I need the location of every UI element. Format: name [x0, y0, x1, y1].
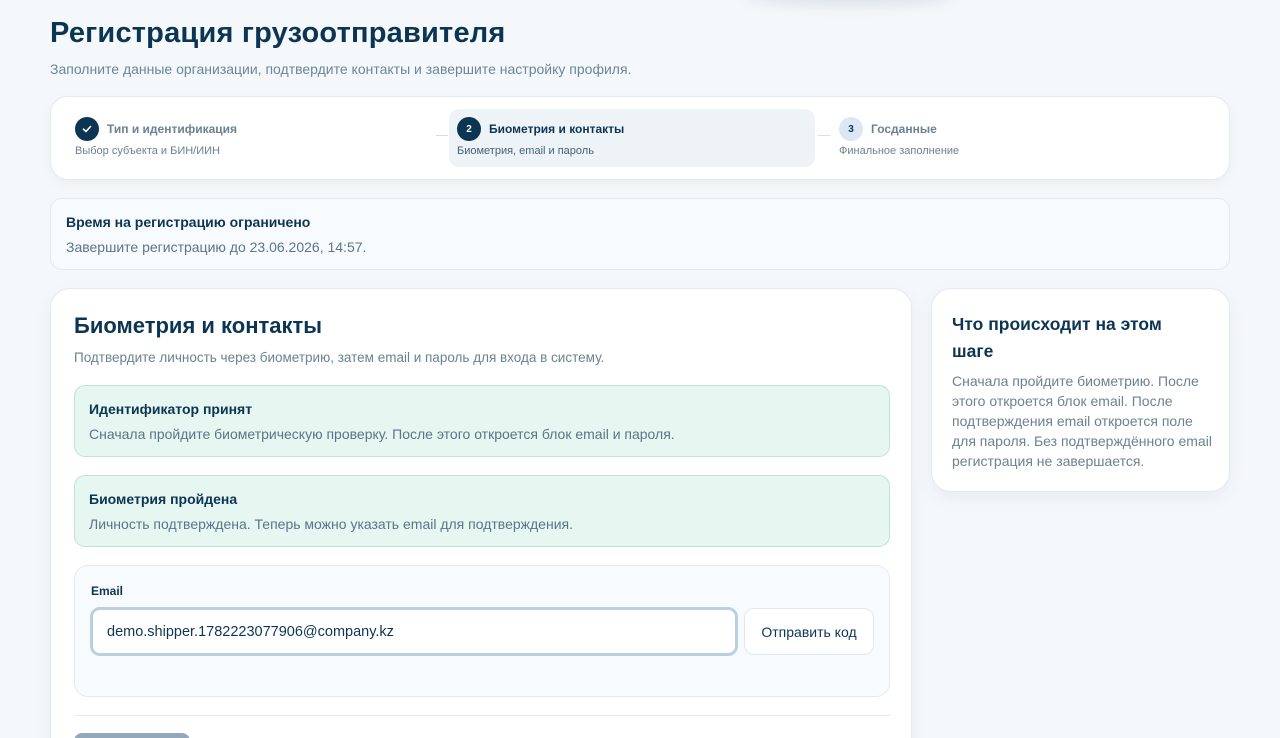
step-label: Биометрия и контакты — [489, 122, 625, 136]
step-description: Выбор субъекта и БИН/ИИН — [75, 145, 220, 157]
step-connector — [436, 135, 448, 136]
step-type-identification[interactable]: Тип и идентификация Выбор субъекта и БИН… — [63, 109, 433, 167]
step-number-badge: 3 — [839, 117, 863, 141]
info-text: Сначала пройдите биометрию. После этого … — [952, 373, 1212, 469]
email-field[interactable] — [90, 607, 738, 656]
step-label: Тип и идентификация — [107, 122, 238, 136]
email-section: Email Отправить код — [74, 565, 890, 697]
page-subtitle: Заполните данные организации, подтвердит… — [50, 61, 632, 77]
next-button[interactable] — [74, 733, 190, 738]
step-number-badge: 2 — [457, 117, 481, 141]
step-label: Госданные — [871, 122, 937, 136]
alert-title: Идентификатор принят — [89, 401, 253, 417]
info-title: Что происходит на этом шаге — [952, 314, 1162, 361]
card-title: Биометрия и контакты — [74, 313, 323, 338]
check-icon — [75, 117, 99, 141]
alert-text: Личность подтверждена. Теперь можно указ… — [89, 516, 573, 532]
registration-stepper: Тип и идентификация Выбор субъекта и БИН… — [50, 96, 1230, 180]
notice-title: Время на регистрацию ограничено — [66, 214, 311, 230]
card-subtitle: Подтвердите личность через биометрию, за… — [74, 350, 605, 365]
time-limit-notice: Время на регистрацию ограничено Завершит… — [50, 198, 1230, 270]
notice-text: Завершите регистрацию до 23.06.2026, 14:… — [66, 239, 367, 255]
alert-text: Сначала пройдите биометрическую проверку… — [89, 426, 675, 442]
send-code-button[interactable]: Отправить код — [744, 608, 874, 655]
divider — [74, 715, 890, 716]
email-label: Email — [91, 584, 124, 598]
identifier-accepted-alert: Идентификатор принят Сначала пройдите би… — [74, 385, 890, 457]
biometrics-contacts-card: Биометрия и контакты Подтвердите личност… — [50, 288, 912, 738]
alert-title: Биометрия пройдена — [89, 491, 238, 507]
biometrics-passed-alert: Биометрия пройдена Личность подтверждена… — [74, 475, 890, 547]
step-info-card: Что происходит на этом шаге Сначала прой… — [931, 288, 1230, 492]
page-title: Регистрация грузоотправителя — [50, 17, 506, 49]
step-government-data[interactable]: 3 Госданные Финальное заполнение — [827, 109, 1127, 167]
registration-page: Регистрация грузоотправителя Заполните д… — [0, 0, 1280, 738]
step-description: Биометрия, email и пароль — [457, 145, 594, 157]
step-description: Финальное заполнение — [839, 145, 960, 157]
step-biometrics-contacts[interactable]: 2 Биометрия и контакты Биометрия, email … — [449, 109, 815, 167]
